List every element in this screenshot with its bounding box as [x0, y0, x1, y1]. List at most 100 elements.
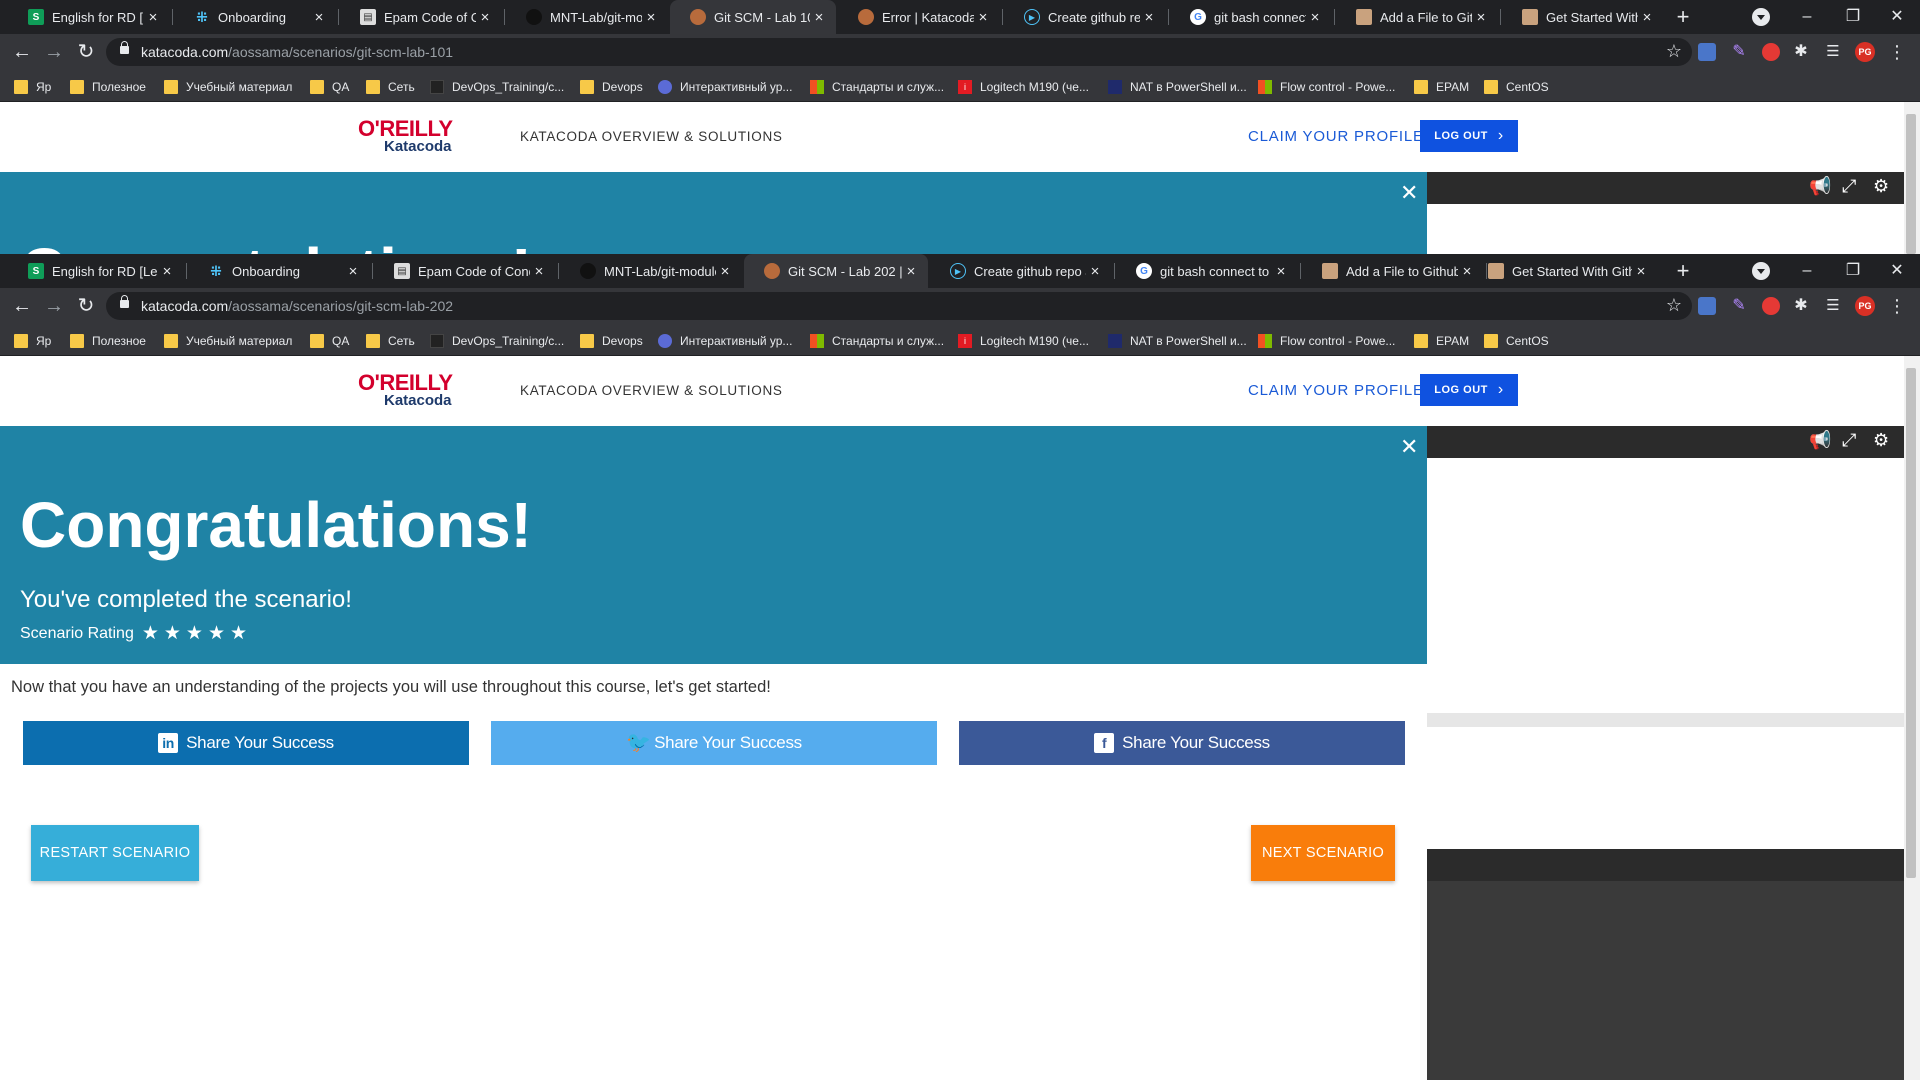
- tab-onboarding[interactable]: ⁜ Onboarding ×: [174, 0, 336, 34]
- close-icon[interactable]: ×: [716, 263, 734, 280]
- pen-extension-icon[interactable]: ✎: [1730, 43, 1748, 61]
- close-icon[interactable]: ×: [158, 263, 176, 280]
- bookmark-item[interactable]: Полезное: [70, 78, 146, 96]
- close-icon[interactable]: ✕: [1400, 434, 1418, 460]
- tab-error-katacoda[interactable]: Error | Katacoda ×: [838, 0, 1000, 34]
- oreilly-katacoda-logo[interactable]: O'REILLY Katacoda: [358, 116, 470, 158]
- share-linkedin-button[interactable]: in Share Your Success: [23, 721, 469, 765]
- new-tab-plus-icon[interactable]: +: [1670, 258, 1696, 284]
- address-bar[interactable]: katacoda.com/aossama/scenarios/git-scm-l…: [106, 38, 1692, 66]
- oreilly-katacoda-logo[interactable]: O'REILLY Katacoda: [358, 370, 470, 412]
- bookmark-item[interactable]: i Logitech M190 (че...: [958, 332, 1089, 350]
- bookmark-item[interactable]: Сеть: [366, 78, 415, 96]
- megaphone-icon[interactable]: 📢: [1809, 176, 1831, 197]
- tab-epam-code[interactable]: ▤ Epam Code of Conduc×: [374, 254, 556, 288]
- logout-button[interactable]: LOG OUT ›: [1420, 374, 1518, 406]
- close-icon[interactable]: ×: [1632, 263, 1650, 280]
- pen-extension-icon[interactable]: ✎: [1730, 297, 1748, 315]
- bookmark-item[interactable]: Учебный материал: [164, 78, 292, 96]
- gear-icon[interactable]: ⚙: [1873, 430, 1889, 451]
- close-icon[interactable]: ×: [1472, 9, 1490, 26]
- close-icon[interactable]: ×: [1306, 9, 1324, 26]
- close-icon[interactable]: ×: [310, 9, 328, 26]
- bookmark-item[interactable]: Интерактивный ур...: [658, 332, 792, 350]
- bookmark-item[interactable]: Стандарты и служ...: [810, 332, 944, 350]
- terminal-console[interactable]: [1427, 881, 1904, 1080]
- close-icon[interactable]: ×: [810, 9, 828, 26]
- scrollbar[interactable]: [1904, 102, 1920, 254]
- panel-divider[interactable]: [1427, 713, 1904, 727]
- restore-icon[interactable]: ❐: [1830, 0, 1876, 34]
- bookmark-item[interactable]: Интерактивный ур...: [658, 78, 792, 96]
- close-icon[interactable]: ×: [902, 263, 920, 280]
- tab-get-started-github[interactable]: Get Started With G×: [1502, 0, 1664, 34]
- tab-search-icon[interactable]: [1752, 262, 1770, 280]
- tab-get-started-github[interactable]: Get Started With Githu ×: [1468, 254, 1658, 288]
- tab-epam-code[interactable]: ▤ Epam Code of Con×: [340, 0, 502, 34]
- url-text[interactable]: katacoda.com/aossama/scenarios/git-scm-l…: [141, 298, 453, 314]
- tab-git-scm-lab-202[interactable]: Git SCM - Lab 202 | ac×: [744, 254, 928, 288]
- tab-create-github-repo[interactable]: ▶ Create github repo×: [1004, 0, 1166, 34]
- terminal-scrollbar[interactable]: [1904, 881, 1920, 1080]
- bookmark-item[interactable]: CentOS: [1484, 332, 1549, 350]
- bookmark-item[interactable]: Яр: [14, 332, 51, 350]
- megaphone-icon[interactable]: 📢: [1809, 430, 1831, 451]
- close-window-icon[interactable]: ✕: [1874, 254, 1920, 288]
- browser-menu-icon[interactable]: ⋮: [1888, 294, 1906, 318]
- extensions-puzzle-icon[interactable]: ✱: [1792, 43, 1810, 61]
- tab-create-github-repo[interactable]: ▶ Create github repo an×: [930, 254, 1112, 288]
- gear-icon[interactable]: ⚙: [1873, 176, 1889, 197]
- translate-extension-icon[interactable]: [1698, 297, 1716, 315]
- bookmark-item[interactable]: i Logitech M190 (че...: [958, 78, 1089, 96]
- reload-icon[interactable]: ↻: [74, 294, 98, 318]
- bookmark-item[interactable]: Сеть: [366, 332, 415, 350]
- tab-onboarding[interactable]: ⁜ Onboarding ×: [188, 254, 370, 288]
- minimize-icon[interactable]: –: [1784, 0, 1830, 34]
- bookmark-item[interactable]: NAT в PowerShell и...: [1108, 332, 1247, 350]
- bookmark-item[interactable]: DevOps_Training/c...: [430, 78, 564, 96]
- bookmark-item[interactable]: EPAM: [1414, 78, 1469, 96]
- tab-git-bash-connect[interactable]: Ggit bash connect to gi ×: [1116, 254, 1298, 288]
- bookmark-item[interactable]: Полезное: [70, 332, 146, 350]
- bookmark-item[interactable]: Devops: [580, 78, 643, 96]
- close-icon[interactable]: ×: [1638, 9, 1656, 26]
- tab-git-bash-connect[interactable]: Ggit bash connect to×: [1170, 0, 1332, 34]
- tab-mnt-lab[interactable]: MNT-Lab/git-modu×: [506, 0, 668, 34]
- close-icon[interactable]: ×: [1272, 263, 1290, 280]
- share-facebook-button[interactable]: f Share Your Success: [959, 721, 1405, 765]
- adblock-hand-icon[interactable]: [1762, 297, 1780, 315]
- profile-avatar[interactable]: PG: [1855, 42, 1875, 62]
- bookmark-star-icon[interactable]: ☆: [1666, 41, 1682, 62]
- bookmark-item[interactable]: CentOS: [1484, 78, 1549, 96]
- back-arrow-icon[interactable]: ←: [10, 40, 34, 64]
- close-icon[interactable]: ×: [1086, 263, 1104, 280]
- tab-english-for-rd[interactable]: S English for RD [Lesson×: [8, 254, 184, 288]
- media-control-icon[interactable]: ☰: [1824, 43, 1842, 61]
- close-icon[interactable]: ×: [344, 263, 362, 280]
- tab-english-for-rd[interactable]: S English for RD [Less×: [8, 0, 170, 34]
- katacoda-overview-link[interactable]: KATACODA OVERVIEW & SOLUTIONS: [520, 383, 783, 398]
- bookmark-star-icon[interactable]: ☆: [1666, 295, 1682, 316]
- profile-avatar[interactable]: PG: [1855, 296, 1875, 316]
- logout-button[interactable]: LOG OUT ›: [1420, 120, 1518, 152]
- expand-icon[interactable]: ⤢: [1842, 430, 1856, 451]
- close-icon[interactable]: ✕: [1400, 180, 1418, 206]
- next-scenario-button[interactable]: NEXT SCENARIO: [1251, 825, 1395, 881]
- bookmark-item[interactable]: Flow control - Powe...: [1258, 332, 1395, 350]
- katacoda-overview-link[interactable]: KATACODA OVERVIEW & SOLUTIONS: [520, 129, 783, 144]
- bookmark-item[interactable]: Яр: [14, 78, 51, 96]
- address-bar[interactable]: katacoda.com/aossama/scenarios/git-scm-l…: [106, 292, 1692, 320]
- extensions-puzzle-icon[interactable]: ✱: [1792, 297, 1810, 315]
- rating-stars-icon[interactable]: ★★★★★: [142, 622, 252, 645]
- browser-menu-icon[interactable]: ⋮: [1888, 40, 1906, 64]
- claim-profile-link[interactable]: CLAIM YOUR PROFILE: [1248, 128, 1424, 145]
- new-tab-plus-icon[interactable]: +: [1670, 4, 1696, 30]
- url-text[interactable]: katacoda.com/aossama/scenarios/git-scm-l…: [141, 44, 453, 60]
- tab-search-icon[interactable]: [1752, 8, 1770, 26]
- close-window-icon[interactable]: ✕: [1874, 0, 1920, 34]
- bookmark-item[interactable]: QA: [310, 332, 349, 350]
- close-icon[interactable]: ×: [642, 9, 660, 26]
- reload-icon[interactable]: ↻: [74, 40, 98, 64]
- tab-git-scm-lab-101[interactable]: Git SCM - Lab 101×: [670, 0, 836, 34]
- share-twitter-button[interactable]: 🐦 Share Your Success: [491, 721, 937, 765]
